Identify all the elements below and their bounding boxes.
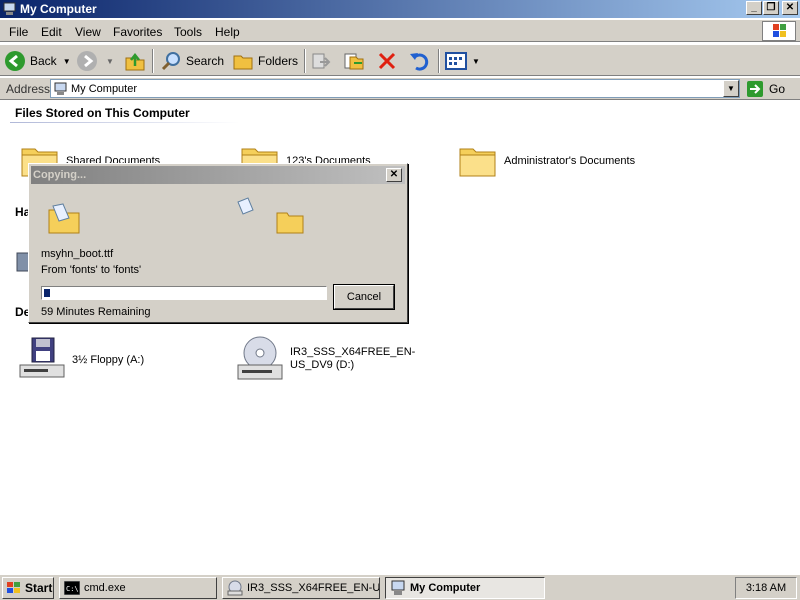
group-divider: [10, 122, 240, 123]
destination-folder-icon: [275, 208, 305, 239]
task-label: IR3_SSS_X64FREE_EN-U...: [247, 582, 380, 594]
svg-text:C:\: C:\: [66, 585, 79, 593]
cancel-button[interactable]: Cancel: [333, 284, 395, 310]
folders-label: Folders: [258, 54, 299, 68]
back-button[interactable]: Back ▼: [4, 49, 71, 73]
forward-button[interactable]: ▼: [76, 49, 114, 73]
toolbar-separator: [438, 49, 440, 73]
taskbar: Start C:\ cmd.exe IR3_SSS_X64FREE_EN-U..…: [0, 574, 800, 600]
delete-x-icon: [378, 52, 396, 70]
address-dropdown-icon[interactable]: ▼: [723, 80, 739, 97]
floppy-drive-a[interactable]: 3½ Floppy (A:): [18, 337, 144, 383]
group-header-files: Files Stored on This Computer: [15, 106, 190, 120]
restore-button[interactable]: ❐: [763, 1, 779, 15]
go-button[interactable]: Go: [746, 80, 785, 98]
windows-flag-icon: [7, 582, 20, 593]
menu-file[interactable]: File: [9, 25, 28, 39]
source-folder-icon: [47, 202, 81, 239]
flying-document-icon: [234, 196, 256, 221]
menu-view[interactable]: View: [75, 25, 101, 39]
minimize-button[interactable]: _: [746, 1, 762, 15]
taskbar-cd-drive[interactable]: IR3_SSS_X64FREE_EN-U...: [222, 577, 380, 599]
my-computer-icon: [3, 2, 17, 16]
toolbar-separator: [152, 49, 154, 73]
delete-button[interactable]: [376, 49, 402, 73]
copy-to-icon: [344, 53, 364, 70]
task-label: My Computer: [410, 582, 481, 594]
search-icon: [161, 52, 180, 71]
menu-help[interactable]: Help: [215, 25, 240, 39]
forward-arrow-icon: [77, 51, 97, 71]
address-label: Address: [6, 82, 51, 96]
views-icon: [445, 52, 467, 70]
system-tray-clock[interactable]: 3:18 AM: [735, 577, 797, 599]
start-label: Start: [25, 581, 53, 595]
menu-tools[interactable]: Tools: [174, 25, 202, 39]
time-remaining: 59 Minutes Remaining: [41, 306, 151, 318]
my-computer-icon: [54, 82, 68, 99]
taskbar-my-computer[interactable]: My Computer: [385, 577, 545, 599]
views-dropdown-icon[interactable]: ▼: [472, 57, 480, 66]
back-dropdown-icon[interactable]: ▼: [63, 57, 71, 66]
folder-icon: [459, 148, 496, 177]
address-bar: Address My Computer ▼ Go: [0, 78, 800, 100]
address-input[interactable]: My Computer ▼: [50, 79, 740, 98]
undo-button[interactable]: [408, 49, 434, 73]
search-button[interactable]: Search: [160, 49, 224, 73]
menu-favorites[interactable]: Favorites: [113, 25, 162, 39]
cd-drive-icon: [227, 580, 243, 596]
device-label: IR3_SSS_X64FREE_EN-US_DV9 (D:): [290, 346, 416, 371]
close-button[interactable]: ✕: [782, 1, 798, 15]
cd-drive-d[interactable]: IR3_SSS_X64FREE_EN-US_DV9 (D:): [236, 335, 450, 383]
copying-dialog[interactable]: Copying... ✕ msyhn_boot.ttf From 'fonts'…: [28, 163, 408, 323]
menu-bar: File Edit View Favorites Tools Help: [0, 20, 800, 42]
dialog-title: Copying...: [33, 169, 87, 181]
copy-to-button[interactable]: [342, 49, 368, 73]
back-label: Back: [30, 54, 57, 68]
dialog-close-button[interactable]: ✕: [386, 168, 402, 182]
up-folder-icon: [125, 52, 145, 71]
up-folder-button[interactable]: [124, 49, 150, 73]
folders-icon: [233, 55, 253, 70]
taskbar-cmd[interactable]: C:\ cmd.exe: [59, 577, 217, 599]
folder-administrators-documents[interactable]: Administrator's Documents: [458, 143, 635, 179]
forward-dropdown-icon[interactable]: ▼: [106, 57, 114, 66]
floppy-drive-icon: [19, 337, 65, 378]
copying-filename: msyhn_boot.ttf: [41, 248, 114, 260]
cd-drive-icon: [237, 336, 283, 380]
search-label: Search: [186, 54, 225, 68]
task-label: cmd.exe: [84, 582, 126, 594]
back-arrow-icon: [5, 51, 25, 71]
undo-icon: [410, 53, 429, 71]
progress-fill: [44, 289, 50, 297]
device-label: 3½ Floppy (A:): [72, 354, 145, 366]
start-button[interactable]: Start: [2, 577, 54, 599]
toolbar: Back ▼ ▼ Search Folders ▼: [0, 44, 800, 76]
title-bar[interactable]: My Computer _ ❐ ✕: [0, 0, 800, 18]
folders-button[interactable]: Folders: [232, 49, 298, 73]
folder-label: Administrator's Documents: [504, 155, 636, 167]
views-button[interactable]: ▼: [444, 49, 480, 73]
address-value: My Computer: [71, 83, 138, 95]
copy-progress-bar: [41, 286, 327, 300]
dialog-title-bar[interactable]: Copying... ✕: [31, 166, 405, 184]
cmd-icon: C:\: [64, 581, 80, 595]
go-label: Go: [769, 82, 786, 96]
toolbar-separator: [304, 49, 306, 73]
move-to-button[interactable]: [310, 49, 336, 73]
window-title: My Computer: [20, 2, 97, 16]
windows-logo-icon: [762, 21, 796, 41]
menu-edit[interactable]: Edit: [41, 25, 62, 39]
my-computer-icon: [391, 580, 405, 595]
move-to-icon: [312, 53, 331, 69]
go-arrow-icon: [747, 81, 763, 97]
copying-from-to: From 'fonts' to 'fonts': [41, 264, 142, 276]
